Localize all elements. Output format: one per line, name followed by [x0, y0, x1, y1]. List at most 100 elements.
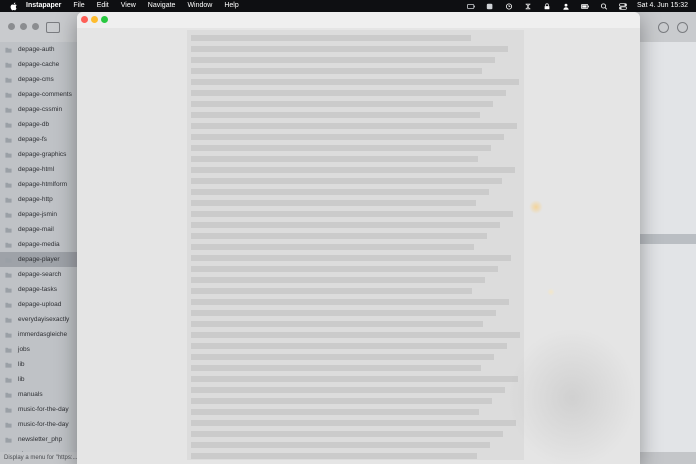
file-label: depage-html [18, 166, 55, 173]
reflected-text-line [191, 200, 476, 206]
lock-icon[interactable] [543, 2, 551, 10]
file-item[interactable]: lib [0, 357, 78, 372]
file-item[interactable]: newsletter_php [0, 432, 78, 447]
file-label: music-for-the-day [18, 421, 69, 428]
file-item[interactable]: depage-fs [0, 132, 78, 147]
battery-icon[interactable] [581, 3, 590, 10]
folder-icon [5, 122, 12, 128]
reflected-text-line [191, 244, 474, 250]
folder-icon [5, 92, 12, 98]
menu-help[interactable]: Help [224, 0, 238, 12]
menu-app-name[interactable]: Instapaper [26, 0, 61, 12]
file-item[interactable]: jobs [0, 342, 78, 357]
file-item[interactable]: lib [0, 372, 78, 387]
menu-window[interactable]: Window [187, 0, 212, 12]
file-item[interactable]: depage-upload [0, 297, 78, 312]
zoom-button[interactable] [101, 16, 108, 23]
reflected-text-line [191, 431, 503, 437]
folder-icon [5, 47, 12, 53]
file-label: depage-graphics [18, 151, 67, 158]
file-item[interactable]: music-for-the-day [0, 402, 78, 417]
file-item[interactable]: depage-comments [0, 87, 78, 102]
file-label: music-for-the-day [18, 406, 69, 413]
window-controls [81, 16, 111, 23]
file-item[interactable]: depage-html [0, 162, 78, 177]
split-editor-icon[interactable] [677, 22, 688, 33]
reflected-text-line [191, 288, 472, 294]
reflected-text-line [191, 376, 518, 382]
folder-icon [5, 227, 12, 233]
background-minimize-button[interactable] [20, 23, 27, 30]
menu-navigate[interactable]: Navigate [148, 0, 176, 12]
file-item[interactable]: depage-auth [0, 42, 78, 57]
menu-bar: Instapaper File Edit View Navigate Windo… [0, 0, 696, 12]
folder-icon [5, 407, 12, 413]
reflected-text-line [191, 453, 477, 459]
minimize-button[interactable] [91, 16, 98, 23]
file-label: newsletter_php [18, 436, 63, 443]
instapaper-content[interactable] [77, 28, 640, 464]
folder-icon [5, 152, 12, 158]
menu-bar-clock[interactable]: Sat 4. Jun 15:32 [637, 0, 688, 12]
file-item[interactable]: depage-graphics [0, 147, 78, 162]
file-label: depage-http [18, 196, 53, 203]
control-center-icon[interactable] [619, 2, 627, 10]
background-toolbar-icons [650, 22, 688, 33]
sidebar-toggle-icon[interactable] [46, 22, 60, 33]
file-item[interactable]: depage-media [0, 237, 78, 252]
file-item[interactable]: manuals [0, 387, 78, 402]
timer-icon[interactable] [524, 3, 532, 10]
reflected-text-line [191, 398, 492, 404]
account-icon[interactable] [658, 22, 669, 33]
reflected-text-line [191, 189, 489, 195]
menu-file[interactable]: File [73, 0, 84, 12]
background-zoom-button[interactable] [32, 23, 39, 30]
folder-icon [5, 422, 12, 428]
reflected-text-line [191, 35, 471, 41]
file-item[interactable]: depage-cssmin [0, 102, 78, 117]
menu-edit[interactable]: Edit [97, 0, 109, 12]
file-item[interactable]: depage-db [0, 117, 78, 132]
reflected-text-line [191, 156, 478, 162]
file-item[interactable]: depage-tasks [0, 282, 78, 297]
battery-icon[interactable] [467, 3, 476, 10]
user-icon[interactable] [562, 3, 570, 10]
time-machine-icon[interactable] [505, 2, 513, 10]
reflected-text-line [191, 134, 504, 140]
spotlight-icon[interactable] [600, 2, 608, 10]
file-item[interactable]: depage-mail [0, 222, 78, 237]
menu-bar-status-area: Sat 4. Jun 15:32 [456, 0, 688, 12]
background-close-button[interactable] [8, 23, 15, 30]
reflected-text-line [191, 90, 506, 96]
close-button[interactable] [81, 16, 88, 23]
file-item[interactable]: immerdasgleiche [0, 327, 78, 342]
file-item[interactable]: depage-player [0, 252, 78, 267]
reflected-text-line [191, 233, 487, 239]
file-label: lib [18, 361, 25, 368]
folder-icon [5, 107, 12, 113]
file-item[interactable]: music-for-the-day [0, 417, 78, 432]
file-item[interactable]: depage-search [0, 267, 78, 282]
file-item[interactable]: depage-jsmin [0, 207, 78, 222]
file-label: depage-upload [18, 301, 62, 308]
file-item[interactable]: depage-cache [0, 57, 78, 72]
app-icon[interactable] [486, 3, 494, 10]
file-item[interactable]: depage-cms [0, 72, 78, 87]
file-explorer-sidebar: depage-auth depage-cache depage-cms depage-… [0, 42, 79, 452]
file-label: depage-cms [18, 76, 54, 83]
file-label: depage-tasks [18, 286, 58, 293]
apple-logo-icon[interactable] [10, 2, 18, 11]
person-reflection [507, 328, 637, 464]
file-item[interactable]: everydayisexactly [0, 312, 78, 327]
file-label: immerdasgleiche [18, 331, 68, 338]
folder-icon [5, 362, 12, 368]
folder-icon [5, 137, 12, 143]
folder-icon [5, 257, 12, 263]
file-item[interactable]: depage-htmlform [0, 177, 78, 192]
folder-icon [5, 197, 12, 203]
folder-icon [5, 287, 12, 293]
instapaper-titlebar[interactable] [77, 12, 640, 28]
menu-view[interactable]: View [121, 0, 136, 12]
reflected-text-line [191, 101, 493, 107]
file-item[interactable]: depage-http [0, 192, 78, 207]
